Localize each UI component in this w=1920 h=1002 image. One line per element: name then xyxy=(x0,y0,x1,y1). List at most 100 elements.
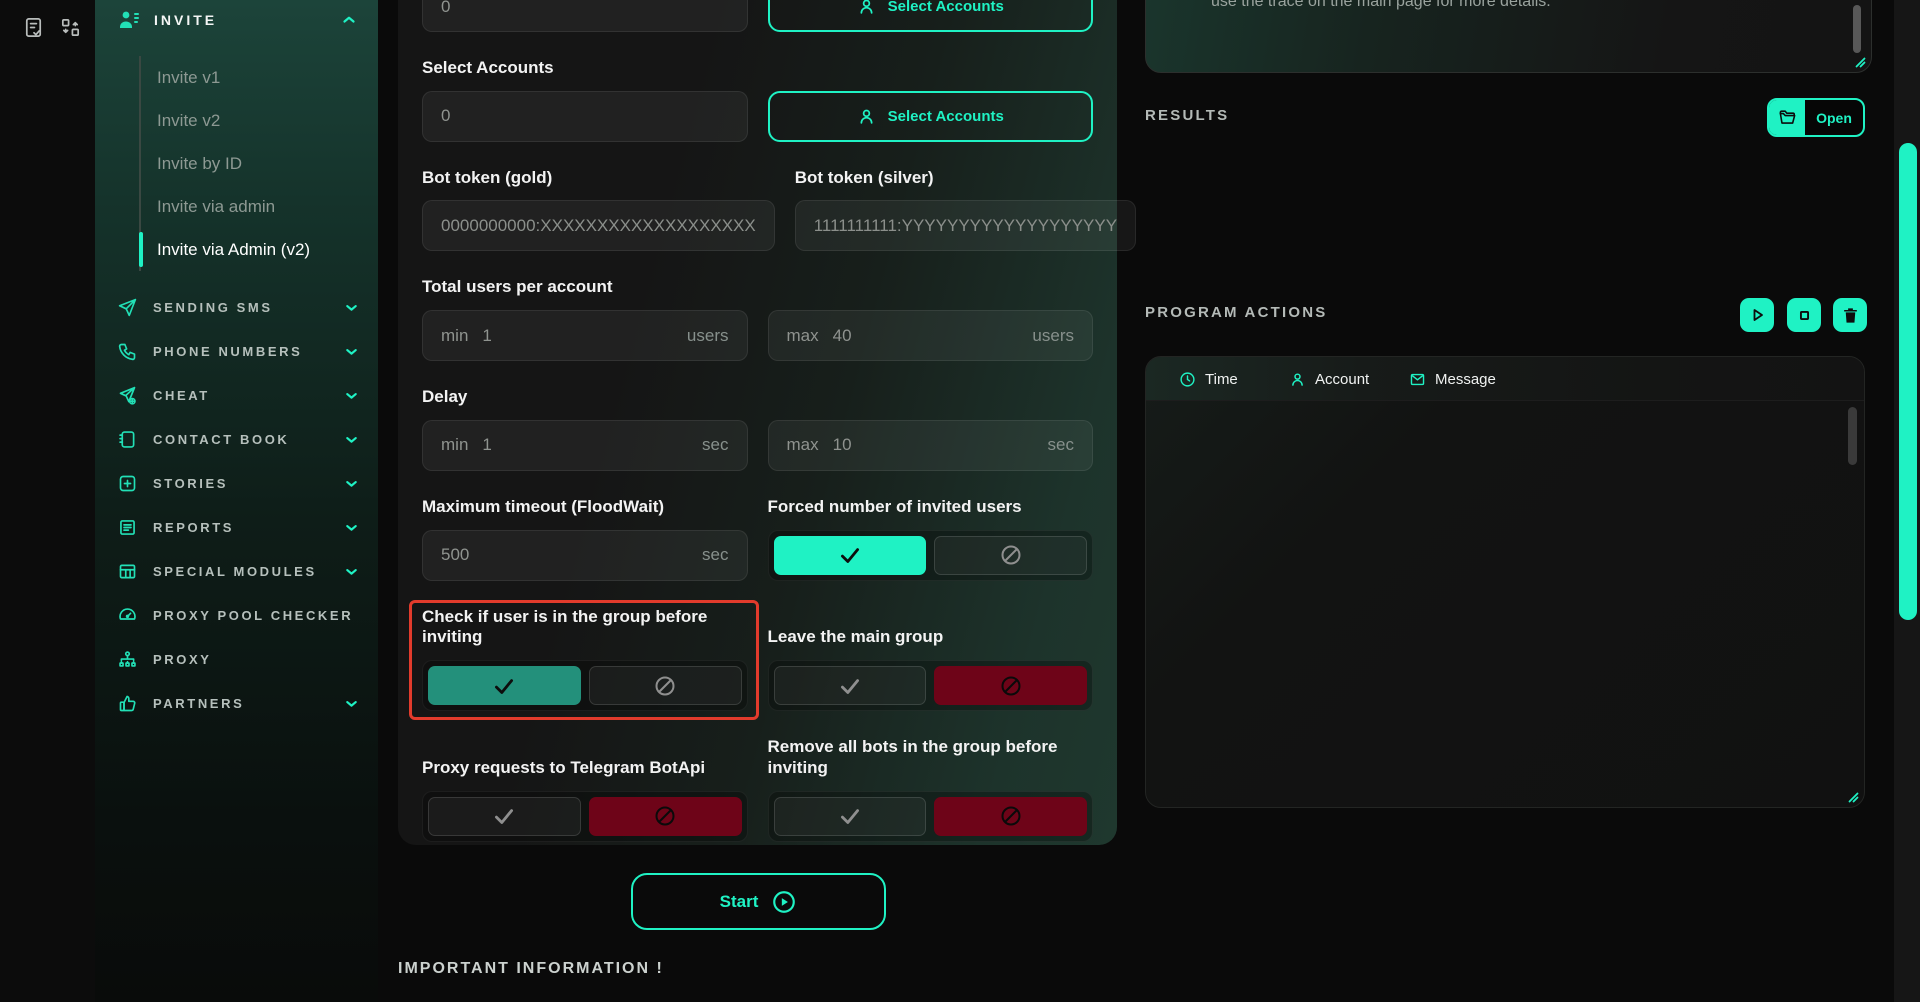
reports-icon xyxy=(117,517,138,538)
swap-modules-icon[interactable] xyxy=(59,16,82,39)
sidebar-item-stories[interactable]: STORIES xyxy=(95,461,378,505)
left-rail xyxy=(0,0,95,1002)
bot-token-silver-input[interactable]: 1111111111:YYYYYYYYYYYYYYYYYYY xyxy=(795,200,1136,251)
sidebar: INVITE Invite v1 Invite v2 Invite by ID … xyxy=(95,0,378,1002)
deny-button[interactable] xyxy=(934,797,1087,836)
deny-button[interactable] xyxy=(589,797,742,836)
sidebar-item-reports[interactable]: REPORTS xyxy=(95,505,378,549)
chevron-down-icon xyxy=(343,519,360,536)
sidebar-item-proxy-pool-checker[interactable]: PROXY POOL CHECKER xyxy=(95,593,378,637)
column-header-time: Time xyxy=(1179,357,1238,401)
check-user-label: Check if user is in the group before inv… xyxy=(422,607,748,648)
table-scrollbar-thumb[interactable] xyxy=(1848,407,1857,465)
results-heading: RESULTS xyxy=(1145,107,1229,124)
stories-plus-icon xyxy=(117,473,138,494)
total-users-label: Total users per account xyxy=(422,277,748,298)
phone-icon xyxy=(117,341,138,362)
page-scrollbar[interactable] xyxy=(1894,0,1920,1002)
sidebar-item-invite-by-id[interactable]: Invite by ID xyxy=(157,142,378,185)
start-button[interactable]: Start xyxy=(631,873,886,930)
chevron-down-icon xyxy=(343,387,360,404)
network-icon xyxy=(117,649,138,670)
deny-button[interactable] xyxy=(589,666,742,705)
allow-button[interactable] xyxy=(774,536,927,575)
open-results-button[interactable]: Open xyxy=(1767,98,1865,137)
send-icon xyxy=(117,297,138,318)
allow-button[interactable] xyxy=(428,666,581,705)
total-users-min-input[interactable]: min 1 users xyxy=(422,310,748,361)
special-modules-icon xyxy=(117,561,138,582)
run-actions-button[interactable] xyxy=(1740,298,1774,332)
sidebar-item-contact-book[interactable]: CONTACT BOOK xyxy=(95,417,378,461)
allow-button[interactable] xyxy=(774,666,927,705)
invite-sub-list: Invite v1 Invite v2 Invite by ID Invite … xyxy=(139,56,378,271)
timeout-label: Maximum timeout (FloodWait) xyxy=(422,497,748,518)
clear-actions-button[interactable] xyxy=(1833,298,1867,332)
sidebar-item-phone-numbers[interactable]: PHONE NUMBERS xyxy=(95,329,378,373)
allow-button[interactable] xyxy=(428,797,581,836)
select-accounts-button[interactable]: Select Accounts xyxy=(768,91,1094,142)
invite-users-icon xyxy=(117,8,141,32)
stop-icon xyxy=(1795,306,1814,325)
accounts-count-input-top[interactable]: 0 xyxy=(422,0,748,32)
folder-open-icon xyxy=(1769,100,1805,135)
sidebar-item-special-modules[interactable]: SPECIAL MODULES xyxy=(95,549,378,593)
delay-min-input[interactable]: min 1 sec xyxy=(422,420,748,471)
select-accounts-label: Select Accounts xyxy=(422,58,748,79)
remove-bots-label: Remove all bots in the group before invi… xyxy=(768,737,1094,778)
textarea-scrollbar-thumb[interactable] xyxy=(1853,5,1861,53)
cheat-send-icon xyxy=(117,385,138,406)
allow-button[interactable] xyxy=(774,797,927,836)
sidebar-item-invite-via-admin-v2[interactable]: Invite via Admin (v2) xyxy=(157,228,378,271)
proxy-requests-label: Proxy requests to Telegram BotApi xyxy=(422,758,748,779)
forced-invites-label: Forced number of invited users xyxy=(768,497,1094,518)
sidebar-nav: SENDING SMS PHONE NUMBERS CHEAT CONTACT … xyxy=(95,285,378,725)
chevron-down-icon xyxy=(343,343,360,360)
forced-invites-toggle xyxy=(768,530,1094,581)
sidebar-item-sending-sms[interactable]: SENDING SMS xyxy=(95,285,378,329)
info-note-text: use the trace on the main page for more … xyxy=(1211,0,1551,11)
stop-actions-button[interactable] xyxy=(1787,298,1821,332)
check-user-toggle xyxy=(422,660,748,711)
check-icon xyxy=(837,673,863,699)
leave-group-toggle xyxy=(768,660,1094,711)
play-icon xyxy=(1747,305,1767,325)
remove-bots-toggle xyxy=(768,791,1094,842)
chevron-down-icon xyxy=(343,475,360,492)
clipboard-check-icon[interactable] xyxy=(22,16,45,39)
column-header-message: Message xyxy=(1409,357,1496,401)
sidebar-item-cheat[interactable]: CHEAT xyxy=(95,373,378,417)
contact-book-icon xyxy=(117,429,138,450)
bot-token-gold-input[interactable]: 0000000000:XXXXXXXXXXXXXXXXXXX xyxy=(422,200,775,251)
resize-grip-icon[interactable] xyxy=(1847,791,1859,803)
sidebar-item-invite-v2[interactable]: Invite v2 xyxy=(157,99,378,142)
sidebar-item-partners[interactable]: PARTNERS xyxy=(95,681,378,725)
timeout-input[interactable]: 500 sec xyxy=(422,530,748,581)
clock-icon xyxy=(1179,371,1196,388)
delay-max-input[interactable]: max 10 sec xyxy=(768,420,1094,471)
chevron-up-icon[interactable] xyxy=(340,11,358,29)
chevron-down-icon xyxy=(343,563,360,580)
chevron-down-icon xyxy=(343,299,360,316)
person-icon xyxy=(857,107,876,126)
info-textarea[interactable]: use the trace on the main page for more … xyxy=(1145,0,1872,73)
check-icon xyxy=(837,803,863,829)
sidebar-item-invite-via-admin[interactable]: Invite via admin xyxy=(157,185,378,228)
total-users-max-input[interactable]: max 40 users xyxy=(768,310,1094,361)
program-actions-table: Time Account Message xyxy=(1145,356,1865,808)
leave-group-label: Leave the main group xyxy=(768,627,1094,648)
deny-button[interactable] xyxy=(934,666,1087,705)
sidebar-item-proxy[interactable]: PROXY xyxy=(95,637,378,681)
resize-grip-icon[interactable] xyxy=(1854,56,1866,68)
sidebar-item-invite-v1[interactable]: Invite v1 xyxy=(157,56,378,99)
check-icon xyxy=(491,673,517,699)
select-accounts-button-top[interactable]: Select Accounts xyxy=(768,0,1094,32)
accounts-count-input[interactable]: 0 xyxy=(422,91,748,142)
check-icon xyxy=(491,803,517,829)
deny-button[interactable] xyxy=(934,536,1087,575)
slash-circle-icon xyxy=(653,674,677,698)
sidebar-section-invite[interactable]: INVITE xyxy=(95,0,378,32)
invite-form-panel: 0 Select Accounts Select Accounts 0 Sele… xyxy=(398,0,1117,845)
person-icon xyxy=(857,0,876,16)
page-scrollbar-thumb[interactable] xyxy=(1899,143,1917,620)
